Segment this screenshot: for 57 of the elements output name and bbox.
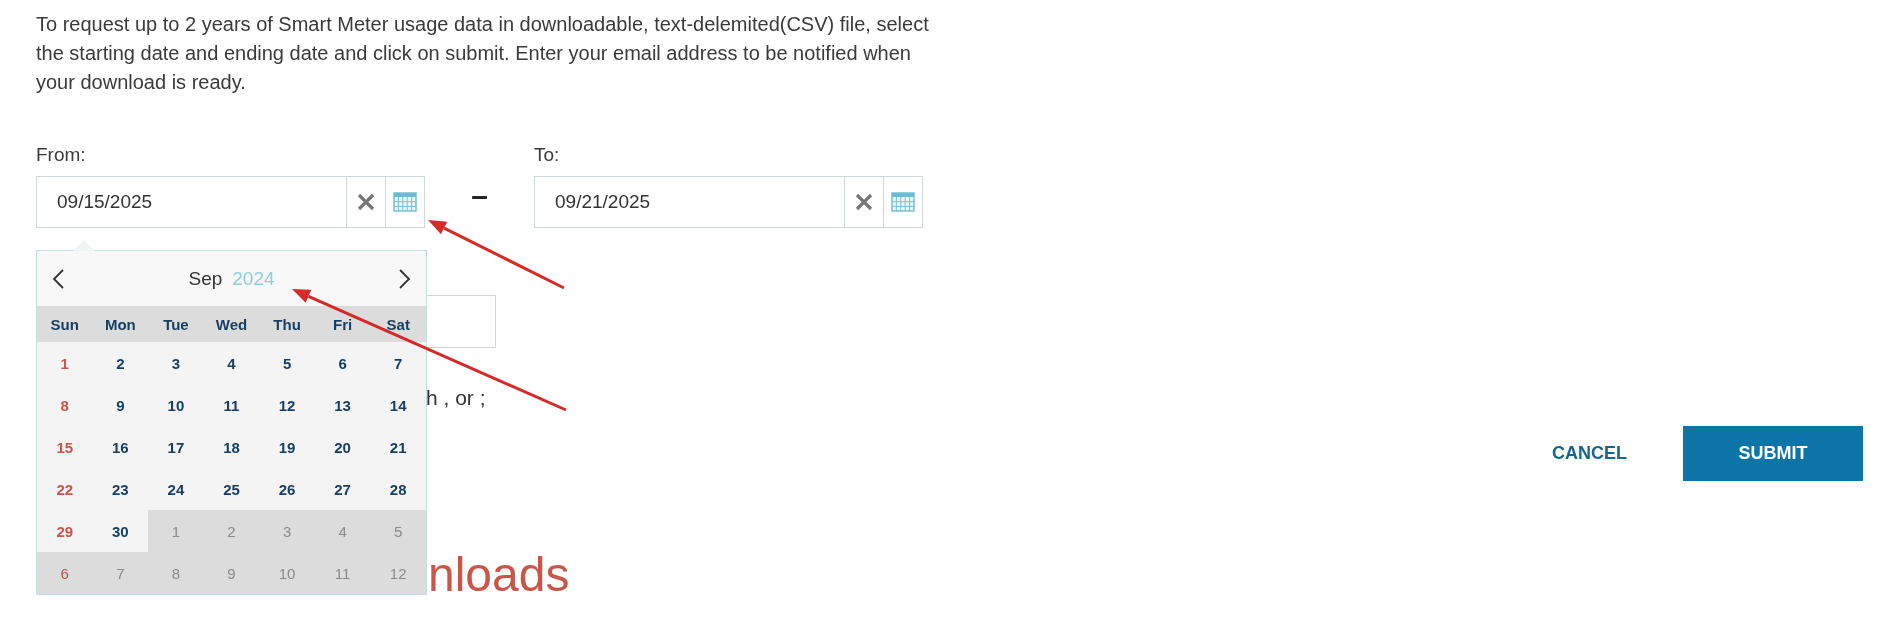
- field-label: To:: [534, 144, 561, 166]
- weekday-header: Wed: [203, 306, 260, 342]
- day-cell[interactable]: 15: [37, 426, 93, 468]
- close-icon: [356, 192, 376, 212]
- day-cell[interactable]: 20: [314, 426, 371, 468]
- weekday-header: Fri: [314, 306, 371, 342]
- day-cell[interactable]: 19: [259, 426, 315, 468]
- date-field[interactable]: 09/15/2025: [36, 176, 425, 228]
- close-icon: [854, 192, 874, 212]
- date-field[interactable]: 09/21/2025: [534, 176, 923, 228]
- day-cell[interactable]: 8: [37, 384, 93, 426]
- day-cell[interactable]: 11: [203, 384, 260, 426]
- weekday-header: Thu: [259, 306, 315, 342]
- day-cell[interactable]: 5: [259, 342, 315, 384]
- day-cell[interactable]: 9: [92, 384, 149, 426]
- chevron-right-icon: [398, 267, 412, 290]
- day-cell[interactable]: 25: [203, 468, 260, 510]
- submit-button[interactable]: SUBMIT: [1683, 426, 1863, 481]
- day-cell[interactable]: 21: [370, 426, 426, 468]
- day-cell[interactable]: 6: [314, 342, 371, 384]
- day-cell[interactable]: 7: [370, 342, 426, 384]
- field-label: From:: [36, 144, 87, 166]
- instruction-text: h , or ;: [426, 386, 486, 409]
- day-cell[interactable]: 17: [148, 426, 204, 468]
- day-cell[interactable]: 24: [148, 468, 204, 510]
- calendar-icon: [891, 192, 915, 212]
- day-cell[interactable]: 12: [259, 384, 315, 426]
- day-cell[interactable]: 6: [37, 552, 93, 594]
- calendar-icon: [393, 192, 417, 212]
- day-cell[interactable]: 22: [37, 468, 93, 510]
- day-cell[interactable]: 13: [314, 384, 371, 426]
- day-cell[interactable]: 1: [37, 342, 93, 384]
- day-cell[interactable]: 30: [92, 510, 149, 552]
- month-label[interactable]: Sep: [188, 267, 223, 290]
- weekday-header: Sat: [370, 306, 426, 342]
- next-month-button[interactable]: [398, 267, 412, 290]
- cancel-button[interactable]: CANCEL: [1546, 435, 1633, 472]
- day-cell[interactable]: 4: [203, 342, 260, 384]
- day-cell[interactable]: 28: [370, 468, 426, 510]
- day-cell[interactable]: 29: [37, 510, 93, 552]
- day-cell[interactable]: 10: [148, 384, 204, 426]
- day-cell[interactable]: 14: [370, 384, 426, 426]
- weekday-header: Mon: [92, 306, 149, 342]
- day-cell[interactable]: 2: [92, 342, 149, 384]
- intro-text: To request up to 2 years of Smart Meter usage data in downloadable, text-delemited(CSV) file, select the starting date and ending date and click on submit. Enter your email address to be notified when your download is ready.: [36, 12, 930, 95]
- chevron-left-icon: [51, 267, 65, 290]
- day-cell[interactable]: 26: [259, 468, 315, 510]
- previous-month-button[interactable]: [51, 267, 65, 290]
- section-heading: nloads: [428, 548, 570, 601]
- weekday-header: Tue: [148, 306, 204, 342]
- day-cell[interactable]: 27: [314, 468, 371, 510]
- day-cell[interactable]: 3: [148, 342, 204, 384]
- day-cell[interactable]: 16: [92, 426, 149, 468]
- weekday-header: Sun: [37, 306, 93, 342]
- range-separator: –: [470, 178, 489, 214]
- day-cell[interactable]: 23: [92, 468, 149, 510]
- day-cell[interactable]: 18: [203, 426, 260, 468]
